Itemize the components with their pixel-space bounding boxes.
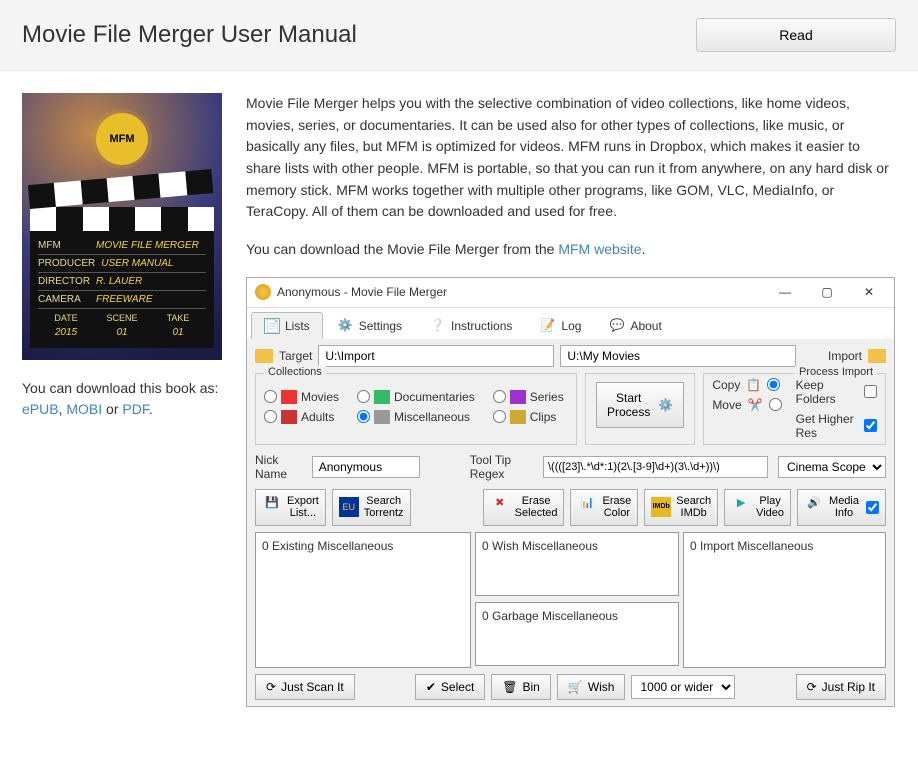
tab-lists[interactable]: 📄Lists xyxy=(251,312,323,339)
description-paragraph-2: You can download the Movie File Merger f… xyxy=(246,239,896,261)
nick-label: Nick Name xyxy=(255,453,302,481)
play-video-button[interactable]: ▶Play Video xyxy=(724,489,791,526)
book-cover: MFM MFMMOVIE FILE MERGER PRODUCERUSER MA… xyxy=(22,93,222,360)
scissors-icon: ✂️ xyxy=(748,398,763,412)
regex-input[interactable] xyxy=(543,456,768,478)
wish-button[interactable]: 🛒Wish xyxy=(557,674,626,700)
tab-log[interactable]: 📝Log xyxy=(527,312,594,339)
info-icon: 🔊 xyxy=(804,497,824,517)
minimize-button[interactable]: — xyxy=(764,278,806,306)
imdb-icon: IMDb xyxy=(651,497,671,517)
bars-icon: 📊 xyxy=(577,497,597,517)
width-combo[interactable]: 1000 or wider xyxy=(631,675,735,699)
just-scan-button[interactable]: ⟳Just Scan It xyxy=(255,674,355,700)
radio-documentaries[interactable]: Documentaries xyxy=(357,390,475,404)
mfm-website-link[interactable]: MFM website xyxy=(558,241,641,257)
folder-icon xyxy=(868,349,886,363)
x-icon: ✖ xyxy=(490,497,510,517)
checkbox-keep-folders[interactable] xyxy=(864,385,877,398)
pdf-link[interactable]: PDF xyxy=(122,401,148,417)
app-screenshot: Anonymous - Movie File Merger — ▢ ✕ 📄Lis… xyxy=(246,277,895,707)
search-imdb-button[interactable]: IMDbSearch IMDb xyxy=(644,489,718,526)
import-label: Import xyxy=(828,349,862,363)
radio-series[interactable]: Series xyxy=(493,390,564,404)
download-text: You can download this book as: ePUB, MOB… xyxy=(22,378,222,420)
target-path-input[interactable] xyxy=(318,345,554,367)
radio-move[interactable] xyxy=(769,398,782,411)
mobi-link[interactable]: MOBI xyxy=(66,401,102,417)
just-rip-button[interactable]: ⟳Just Rip It xyxy=(796,674,886,700)
start-process-button[interactable]: Start Process⚙️ xyxy=(596,382,684,428)
bin-button[interactable]: 🗑Bin xyxy=(491,674,551,700)
maximize-button[interactable]: ▢ xyxy=(806,278,848,306)
media-info-button[interactable]: 🔊Media Info xyxy=(797,489,886,526)
eu-flag-icon: EU xyxy=(339,497,359,517)
cinema-combo[interactable]: Cinema Scope xyxy=(778,456,886,478)
floppy-icon: 💾 xyxy=(262,497,282,517)
radio-clips[interactable]: Clips xyxy=(493,410,564,424)
tab-settings[interactable]: ⚙️Settings xyxy=(325,312,415,339)
tab-instructions[interactable]: ❔Instructions xyxy=(417,312,525,339)
folder-icon xyxy=(255,349,273,363)
mfm-badge: MFM xyxy=(96,113,148,165)
cart-icon: 🛒 xyxy=(568,680,583,694)
regex-label: Tool Tip Regex xyxy=(470,453,533,481)
target-label: Target xyxy=(279,349,312,363)
nick-input[interactable] xyxy=(312,456,420,478)
erase-selected-button[interactable]: ✖Erase Selected xyxy=(483,489,565,526)
movies-path-input[interactable] xyxy=(560,345,796,367)
import-list[interactable]: 0 Import Miscellaneous xyxy=(683,532,886,668)
app-icon xyxy=(255,284,271,300)
description-paragraph-1: Movie File Merger helps you with the sel… xyxy=(246,93,896,223)
gear-icon: ⚙️ xyxy=(658,398,673,412)
existing-list[interactable]: 0 Existing Miscellaneous xyxy=(255,532,471,668)
radio-miscellaneous[interactable]: Miscellaneous xyxy=(357,410,475,424)
page-title: Movie File Merger User Manual xyxy=(22,21,357,49)
read-button[interactable]: Read xyxy=(696,18,896,52)
search-torrentz-button[interactable]: EUSearch Torrentz xyxy=(332,489,411,526)
refresh-icon: ⟳ xyxy=(807,680,817,694)
refresh-icon: ⟳ xyxy=(266,680,276,694)
erase-color-button[interactable]: 📊Erase Color xyxy=(570,489,638,526)
checkbox-higher-res[interactable] xyxy=(864,419,877,432)
window-title: Anonymous - Movie File Merger xyxy=(277,285,447,299)
radio-adults[interactable]: Adults xyxy=(264,410,339,424)
export-list-button[interactable]: 💾Export List... xyxy=(255,489,326,526)
radio-movies[interactable]: Movies xyxy=(264,390,339,404)
check-icon: ✔ xyxy=(426,680,436,694)
garbage-list[interactable]: 0 Garbage Miscellaneous xyxy=(475,602,679,666)
epub-link[interactable]: ePUB xyxy=(22,401,59,417)
close-button[interactable]: ✕ xyxy=(848,278,890,306)
wish-list[interactable]: 0 Wish Miscellaneous xyxy=(475,532,679,596)
copy-icon: 📋 xyxy=(746,378,761,392)
tab-about[interactable]: 💬About xyxy=(596,312,674,339)
play-icon: ▶ xyxy=(731,497,751,517)
radio-copy[interactable] xyxy=(767,378,780,391)
select-button[interactable]: ✔Select xyxy=(415,674,485,700)
trash-icon: 🗑 xyxy=(502,680,517,694)
